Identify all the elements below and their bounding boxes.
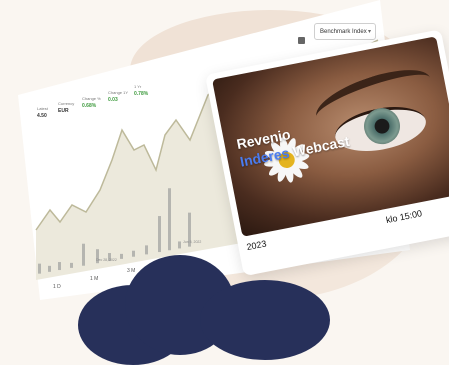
range-button-1m[interactable]: 1 M (90, 276, 98, 282)
webcast-date: 2023 (245, 238, 268, 253)
stat-currency: Currency EUR (58, 101, 74, 114)
webcast-thumbnail[interactable]: Revenio Inderes Webcast (212, 36, 449, 237)
stat-label: Currency (58, 101, 75, 106)
range-button-3m[interactable]: 3 M (127, 268, 135, 274)
stat-latest: Latest 4.50 (37, 106, 48, 119)
volume-bar (70, 262, 73, 268)
stat-value: 4.50 (37, 113, 47, 119)
webcast-time: klo 15:00 (385, 208, 423, 226)
stat-value: 0.68% (82, 103, 97, 109)
volume-bar (58, 262, 61, 271)
stat-change-1y: Change 1Y 0.03 (108, 90, 128, 103)
volume-bar (108, 253, 111, 262)
range-button-1d[interactable]: 1 D (53, 284, 61, 290)
stat-label: Latest (37, 106, 48, 111)
volume-bar (96, 249, 99, 264)
stat-label: Change % (82, 96, 101, 101)
stat-value: EUR (58, 108, 69, 114)
chevron-down-icon: ▾ (367, 29, 371, 35)
decorative-cloud (200, 280, 330, 360)
benchmark-select[interactable]: Benchmark Index ▾ (314, 23, 376, 40)
benchmark-select-value: Benchmark Index (320, 29, 367, 35)
volume-bar (48, 265, 51, 272)
stat-label: Change 1Y (108, 90, 129, 95)
stat-value: 0.03 (108, 97, 118, 103)
volume-bar (82, 243, 85, 266)
volume-bar (38, 263, 41, 274)
stat-change-pct: Change % 0.68% (82, 96, 101, 109)
x-tick-label: Dec 28, 2022 (96, 258, 117, 262)
